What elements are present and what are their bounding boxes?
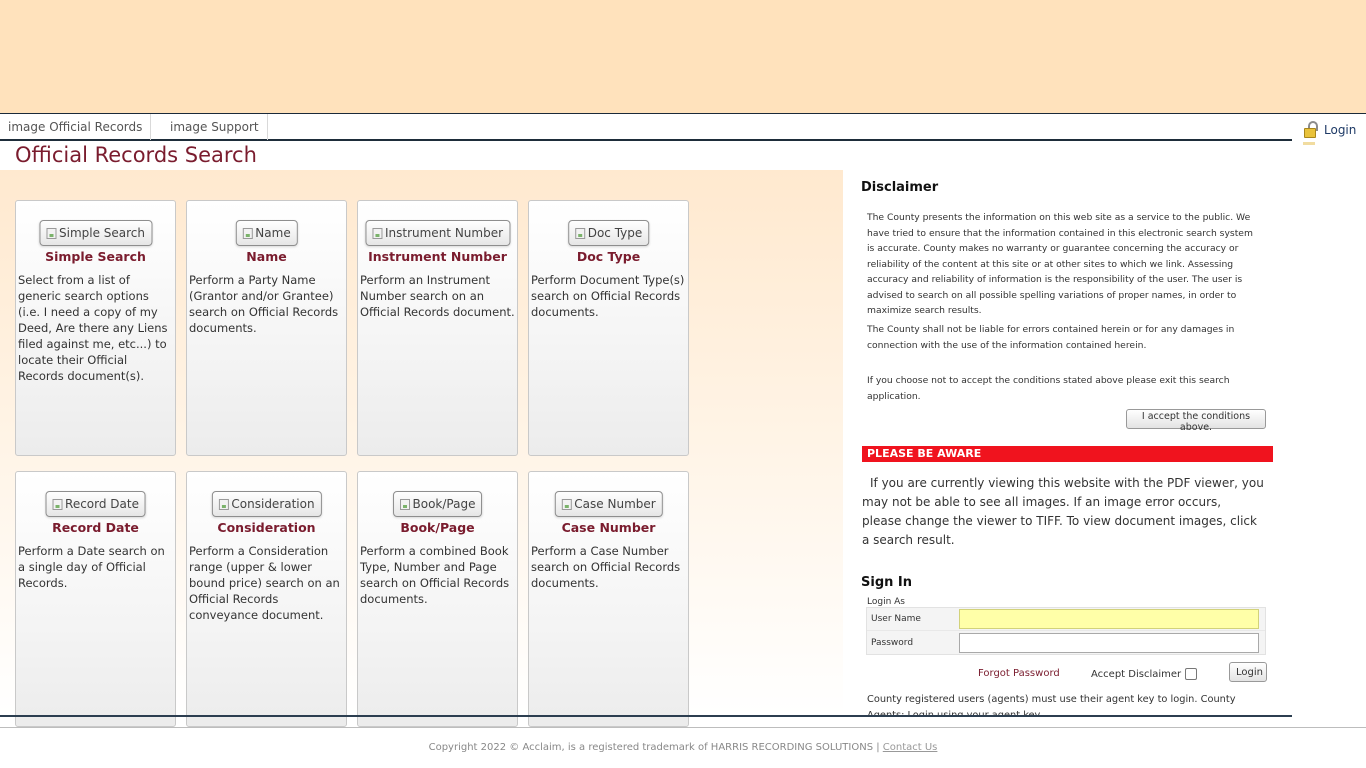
lock-tab <box>1303 142 1315 145</box>
login-link-label: Login <box>1324 123 1357 137</box>
tab-support-label: image Support <box>170 120 259 134</box>
top-nav: image Official Records image Support <box>0 114 1292 141</box>
username-label: User Name <box>871 614 921 624</box>
search-cards-panel: Simple Search Simple Search Select from … <box>0 170 843 727</box>
case-number-button[interactable]: Case Number <box>554 491 663 517</box>
please-be-aware-text: If you are currently viewing this websit… <box>862 476 1264 547</box>
card-title: Simple Search <box>45 249 146 264</box>
name-search-button[interactable]: Name <box>235 220 298 246</box>
footer-copyright: Copyright 2022 © Acclaim, is a registere… <box>428 742 883 753</box>
forgot-password-link[interactable]: Forgot Password <box>978 668 1060 679</box>
broken-image-icon <box>218 498 229 510</box>
card-title: Case Number <box>561 520 656 535</box>
disclaimer-paragraph-2: The County shall not be liable for error… <box>867 324 1235 351</box>
card-consideration: Consideration Consideration Perform a Co… <box>186 471 347 727</box>
record-date-button[interactable]: Record Date <box>45 491 146 517</box>
broken-image-icon <box>52 498 63 510</box>
card-name: Name Name Perform a Party Name (Grantor … <box>186 200 347 456</box>
consideration-button[interactable]: Consideration <box>211 491 322 517</box>
password-input[interactable] <box>959 632 1259 653</box>
signin-title: Sign In <box>861 575 912 590</box>
book-page-button[interactable]: Book/Page <box>392 491 483 517</box>
username-input[interactable] <box>959 609 1259 629</box>
case-number-button-label: Case Number <box>574 497 656 511</box>
login-as-label: Login As <box>867 597 905 607</box>
simple-search-button-label: Simple Search <box>58 226 146 240</box>
broken-image-icon <box>399 498 410 510</box>
disclaimer-paragraph-1: The County presents the information on t… <box>867 212 1253 316</box>
card-title: Name <box>246 249 287 264</box>
card-simple-search: Simple Search Simple Search Select from … <box>15 200 176 456</box>
simple-search-button[interactable]: Simple Search <box>38 220 153 246</box>
disclaimer-paragraph-3: If you choose not to accept the conditio… <box>867 375 1230 402</box>
book-page-button-label: Book/Page <box>412 497 476 511</box>
accept-disclaimer: Accept Disclaimer <box>1091 668 1198 680</box>
card-description: Perform an Instrument Number search on a… <box>360 273 515 319</box>
bottom-divider <box>0 715 1292 717</box>
card-title: Consideration <box>217 520 316 535</box>
accept-disclaimer-label: Accept Disclaimer <box>1091 668 1182 680</box>
broken-image-icon <box>45 227 56 239</box>
footer: Copyright 2022 © Acclaim, is a registere… <box>0 727 1366 768</box>
card-doc-type: Doc Type Doc Type Perform Document Type(… <box>528 200 689 456</box>
login-link[interactable]: Login <box>1302 118 1356 142</box>
card-title: Record Date <box>52 520 139 535</box>
tab-official-records-label: image Official Records <box>8 120 143 134</box>
broken-image-icon <box>371 227 382 239</box>
lock-icon <box>1302 120 1320 140</box>
doc-type-button[interactable]: Doc Type <box>567 220 650 246</box>
card-description: Perform a Consideration range (upper & l… <box>189 544 340 622</box>
login-form: User Name Password <box>866 607 1266 655</box>
card-description: Perform a Case Number search on Official… <box>531 544 681 590</box>
card-title: Doc Type <box>576 249 641 264</box>
card-case-number: Case Number Case Number Perform a Case N… <box>528 471 689 727</box>
disclaimer-signin-panel: Disclaimer The County presents the infor… <box>853 170 1283 716</box>
username-row: User Name <box>867 608 1265 631</box>
card-description: Perform Document Type(s) search on Offic… <box>531 273 685 319</box>
broken-image-icon <box>242 227 253 239</box>
name-search-button-label: Name <box>255 226 291 240</box>
accept-disclaimer-checkbox[interactable] <box>1185 668 1198 680</box>
card-title: Book/Page <box>400 520 475 535</box>
tab-support[interactable]: image Support <box>162 114 268 140</box>
card-description: Perform a Party Name (Grantor and/or Gra… <box>189 273 339 335</box>
instrument-number-button-label: Instrument Number <box>384 226 504 240</box>
agent-note: County registered users (agents) must us… <box>867 694 1236 716</box>
card-instrument-number: Instrument Number Instrument Number Perf… <box>357 200 518 456</box>
header-banner <box>0 0 1366 114</box>
disclaimer-title: Disclaimer <box>861 180 939 195</box>
card-title: Instrument Number <box>368 249 507 264</box>
login-button[interactable]: Login <box>1229 662 1267 682</box>
broken-image-icon <box>574 227 585 239</box>
tab-official-records[interactable]: image Official Records <box>0 114 152 140</box>
page-title: Official Records Search <box>15 143 257 167</box>
contact-us-link[interactable]: Contact Us <box>883 742 938 753</box>
card-description: Perform a Date search on a single day of… <box>18 544 165 590</box>
card-record-date: Record Date Record Date Perform a Date s… <box>15 471 176 727</box>
broken-image-icon <box>561 498 572 510</box>
password-label: Password <box>871 637 914 648</box>
password-row: Password <box>867 631 1265 654</box>
please-be-aware-banner: PLEASE BE AWARE <box>862 446 1273 462</box>
accept-conditions-button[interactable]: I accept the conditions above. <box>1126 409 1266 433</box>
card-description: Perform a combined Book Type, Number and… <box>360 544 510 606</box>
doc-type-button-label: Doc Type <box>587 226 643 240</box>
consideration-button-label: Consideration <box>231 497 315 511</box>
record-date-button-label: Record Date <box>65 497 139 511</box>
card-description: Select from a list of generic search opt… <box>18 273 168 383</box>
card-book-page: Book/Page Book/Page Perform a combined B… <box>357 471 518 727</box>
instrument-number-button[interactable]: Instrument Number <box>364 220 511 246</box>
